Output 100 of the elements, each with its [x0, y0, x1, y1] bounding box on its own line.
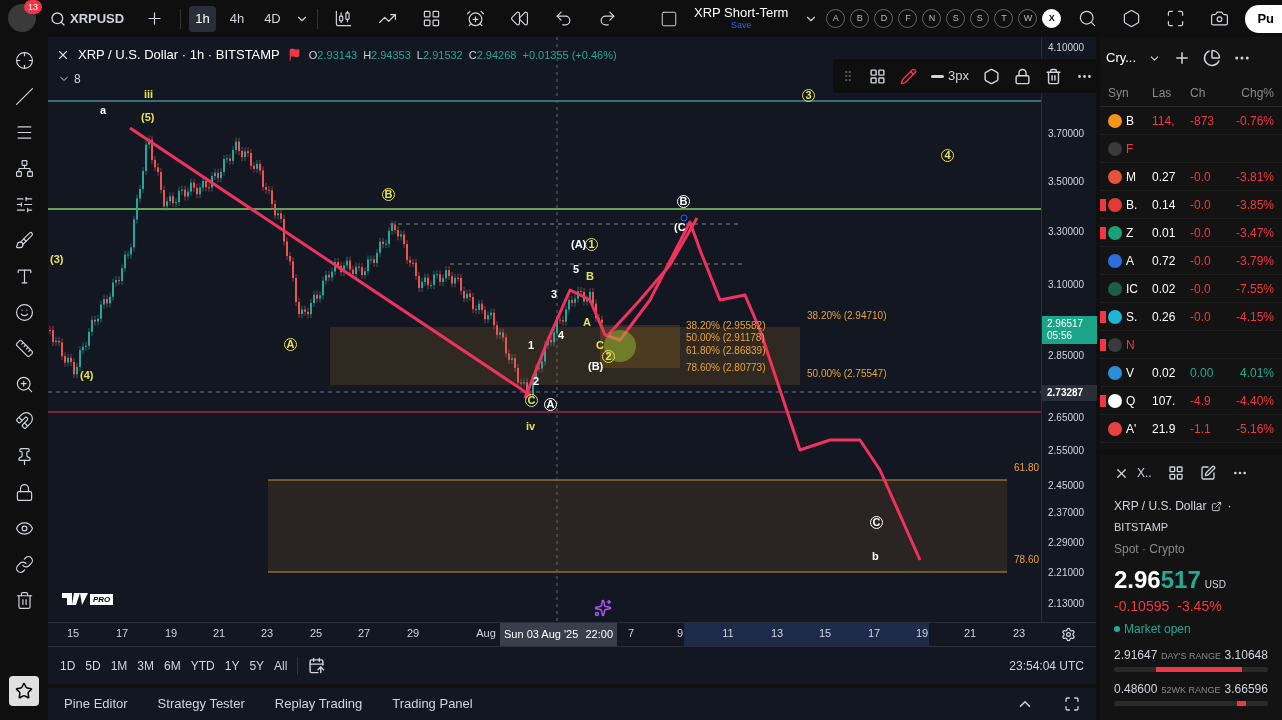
last-price: 21.9 — [1152, 420, 1177, 438]
price-tick: 3.10000 — [1048, 280, 1085, 290]
percent-change: -3.79% — [1234, 252, 1274, 270]
symbol-search[interactable]: XRPUSD — [46, 8, 129, 29]
range-button[interactable]: 1M — [110, 656, 128, 675]
line-width-button[interactable]: 3px — [931, 66, 969, 86]
panel-tab[interactable]: Replay Trading — [274, 694, 363, 714]
watchlist-row[interactable]: Q 107. -4.9 -4.40% — [1100, 387, 1282, 415]
range-button[interactable]: 5D — [85, 656, 101, 675]
range-button[interactable]: YTD — [190, 656, 215, 675]
details-tab[interactable]: X.. — [1137, 464, 1152, 482]
watchlist-row[interactable]: B. 0.14 -0.0 -3.85% — [1100, 191, 1282, 219]
percent-change: -5.16% — [1234, 420, 1274, 438]
range-button[interactable]: All — [274, 656, 288, 675]
panel-tab[interactable]: Pine Editor — [64, 694, 128, 714]
price-change: -0.0 — [1190, 224, 1212, 242]
price-change: -0.10595 — [1114, 596, 1170, 616]
range-button[interactable]: 6M — [164, 656, 181, 675]
time-tick: 17 — [867, 628, 881, 639]
watchlist-row[interactable]: IC 0.02 -0.0 -7.55% — [1100, 275, 1282, 303]
notification-badge: 13 — [24, 0, 42, 14]
letter-button[interactable]: S — [946, 9, 966, 28]
wave-label: (B) — [588, 361, 604, 372]
column-header[interactable]: Chg% — [1224, 83, 1274, 102]
symbol: B. — [1126, 196, 1138, 214]
time-tick: 15 — [818, 628, 832, 639]
publish-button[interactable]: Pu — [1245, 4, 1282, 33]
percent-change: -4.40% — [1234, 392, 1274, 410]
watchlist-row[interactable]: A' 21.9 -1.1 -5.16% — [1100, 415, 1282, 443]
range-button[interactable]: 3M — [137, 656, 155, 675]
watchlist-row[interactable]: Z 0.01 -0.0 -3.47% — [1100, 219, 1282, 247]
wave-label: (4) — [80, 370, 94, 381]
range-button[interactable]: 1Y — [224, 656, 240, 675]
price-tick: 2.37000 — [1048, 508, 1085, 518]
watchlist-row[interactable]: B 114, -873 -0.76% — [1100, 107, 1282, 135]
interval-button[interactable]: 4D — [258, 5, 287, 32]
last-price: 0.26 — [1152, 308, 1177, 326]
price-tail: 517 — [1160, 567, 1201, 592]
watchlist-row[interactable]: A 0.72 -0.0 -3.79% — [1100, 247, 1282, 275]
save-link[interactable]: Save — [730, 18, 752, 32]
watchlist-row[interactable]: F — [1100, 135, 1282, 163]
wave-label: A — [583, 317, 591, 328]
price-change: -0.0 — [1190, 308, 1212, 326]
time-tick: 9 — [676, 628, 684, 639]
interval-button[interactable]: 4h — [223, 5, 251, 32]
fib-label: 61.80% (2.86839) — [686, 346, 766, 356]
range-high: 3.10648 — [1224, 646, 1268, 664]
watchlist-row[interactable]: V 0.02 0.00 4.01% — [1100, 359, 1282, 387]
last-price: 0.01 — [1152, 224, 1177, 242]
column-header[interactable]: Ch — [1190, 83, 1224, 102]
column-header[interactable]: Las — [1152, 83, 1190, 102]
fib-label: 61.80 — [1014, 463, 1040, 473]
exchange: BITSTAMP — [1114, 520, 1170, 535]
watchlist-row[interactable]: M 0.27 -0.0 -3.81% — [1100, 163, 1282, 191]
market-status: Market open — [1124, 620, 1191, 638]
layout-name[interactable]: XRP Short-Term — [693, 5, 789, 19]
column-header[interactable]: Syn — [1108, 83, 1152, 102]
percent-change: 4.01% — [1238, 364, 1274, 382]
percent-change: -0.76% — [1234, 112, 1274, 130]
price-tick: 3.70000 — [1048, 129, 1085, 139]
price-change: -1.1 — [1190, 420, 1212, 438]
range-button[interactable]: 1D — [60, 656, 76, 675]
price-change: -0.0 — [1190, 168, 1212, 186]
time-tick: 23 — [260, 628, 274, 639]
last-price: 0.27 — [1152, 168, 1177, 186]
letter-button[interactable]: X — [1042, 9, 1062, 28]
price-change: 0.00 — [1190, 364, 1215, 382]
last-price: 0.02 — [1152, 280, 1177, 298]
watchlist-name[interactable]: Cry... — [1106, 48, 1137, 68]
price-tick: 2.21000 — [1048, 568, 1085, 578]
time-tick: 7 — [627, 628, 635, 639]
price-tick: 4.10000 — [1048, 43, 1085, 53]
watchlist-row[interactable]: N — [1100, 331, 1282, 359]
time-tick: 25 — [309, 628, 323, 639]
range-button[interactable]: 5Y — [249, 656, 265, 675]
last-price: 114, — [1152, 112, 1176, 130]
current-price: 2.96517 — [1047, 318, 1085, 330]
percent-change: -4.15% — [1234, 308, 1274, 326]
range-high: 3.66596 — [1224, 680, 1268, 698]
time-tick: 21 — [963, 628, 977, 639]
fib-label: 78.60% (2.80773) — [686, 363, 766, 373]
fib-label: 38.20% (2.94710) — [807, 311, 887, 321]
price-change: -4.9 — [1190, 392, 1212, 410]
watchlist-row[interactable]: S. 0.26 -0.0 -4.15% — [1100, 303, 1282, 331]
chart-title: XRP / U.S. Dollar · 1h · BITSTAMP — [78, 46, 280, 64]
wave-label: iii — [144, 89, 154, 100]
time-tick: 29 — [406, 628, 420, 639]
panel-tab[interactable]: Trading Panel — [392, 694, 473, 714]
wave-label: iv — [526, 421, 536, 432]
price-change: -0.0 — [1190, 252, 1212, 270]
wave-label: 4 — [558, 330, 565, 341]
panel-tab[interactable]: Strategy Tester — [157, 694, 245, 714]
wave-label: b — [872, 551, 879, 562]
range-title: 52WK RANGE — [1161, 683, 1221, 697]
wave-label: 5 — [573, 264, 580, 275]
clock: 23:54:04 UTC — [1009, 657, 1084, 675]
interval-button[interactable]: 1h — [189, 5, 216, 32]
last-price: 0.14 — [1152, 196, 1177, 214]
price-tick: 2.45000 — [1048, 481, 1085, 491]
symbol: Z — [1126, 224, 1134, 242]
